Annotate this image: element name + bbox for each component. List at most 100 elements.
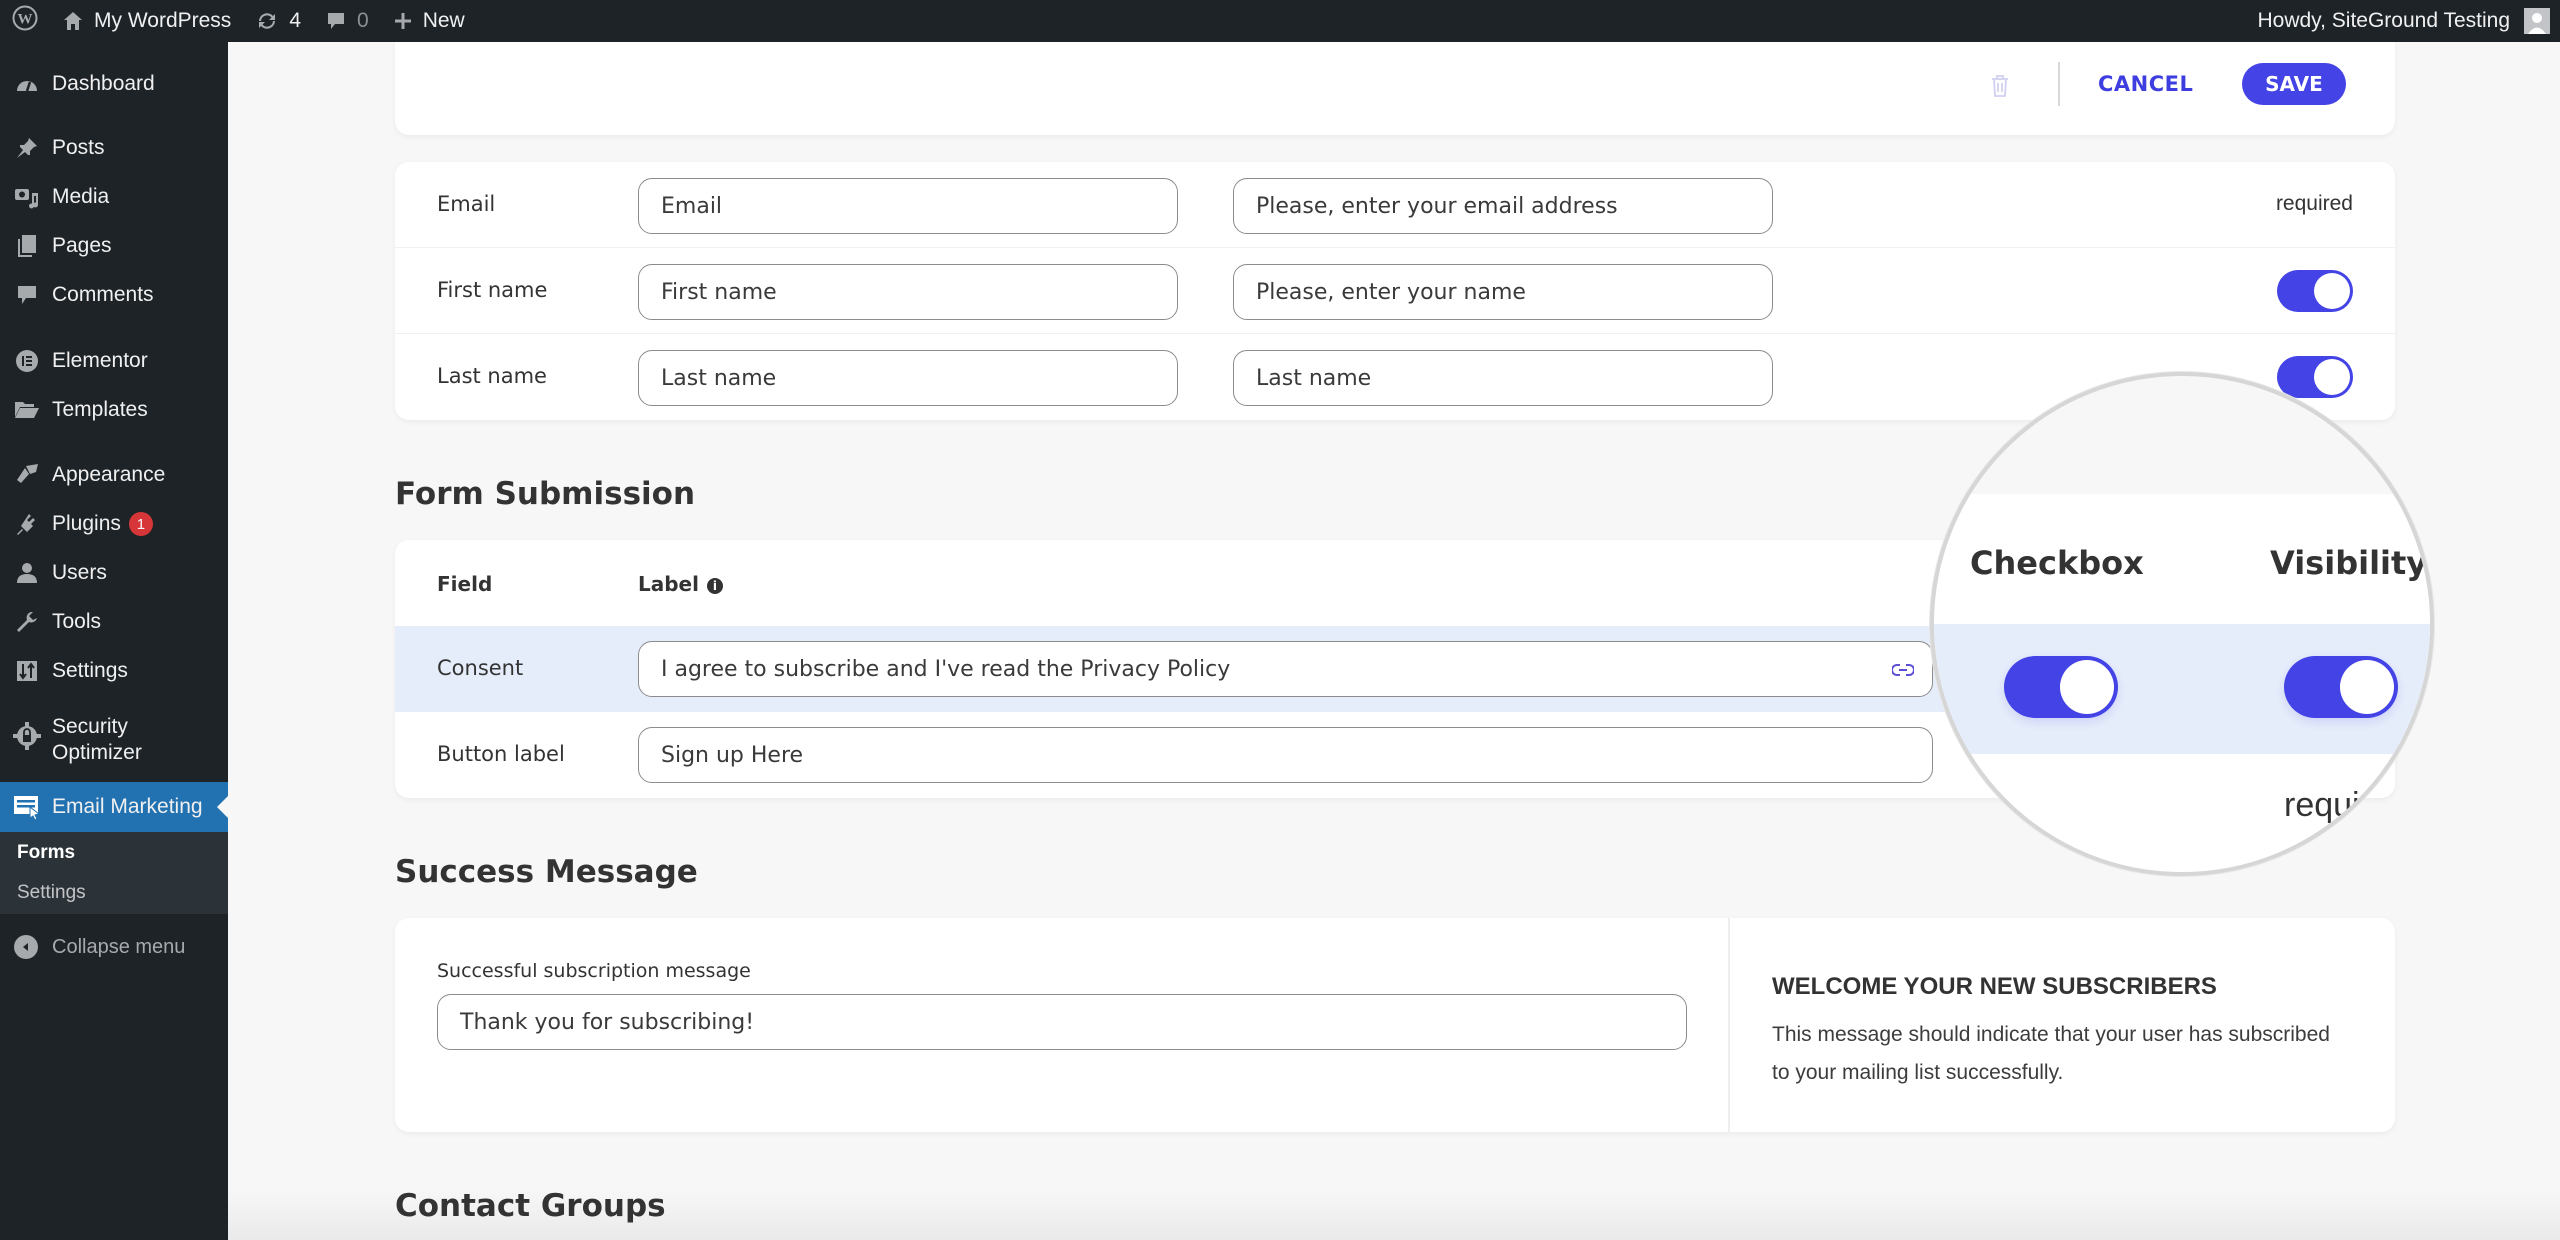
updates-link[interactable]: 4 bbox=[243, 0, 313, 42]
button-label-input[interactable]: Sign up Here bbox=[638, 727, 1933, 783]
plugin-icon bbox=[12, 512, 42, 536]
sidebar-item-settings[interactable]: Settings bbox=[0, 649, 228, 693]
admin-sidebar: Dashboard Posts Media Pages Comments Ele… bbox=[0, 42, 228, 1240]
required-text: required bbox=[2275, 192, 2353, 215]
success-message-label: Successful subscription message bbox=[437, 960, 751, 982]
site-name-link[interactable]: My WordPress bbox=[50, 0, 243, 42]
toolbar-divider bbox=[2058, 62, 2060, 106]
admin-bar: W My WordPress 4 0 New Howdy, SiteGround… bbox=[0, 0, 2560, 42]
folder-icon bbox=[12, 399, 42, 421]
toggle-knob bbox=[2314, 359, 2350, 395]
email-marketing-icon bbox=[12, 794, 42, 820]
sidebar-item-comments[interactable]: Comments bbox=[0, 273, 228, 317]
magnified-required-text: require bbox=[2284, 786, 2390, 824]
field-row-email: Email Email Please, enter your email add… bbox=[395, 162, 2395, 248]
sidebar-item-security-optimizer[interactable]: Security Optimizer bbox=[0, 714, 228, 774]
elementor-icon bbox=[12, 349, 42, 373]
help-text: This message should indicate that your u… bbox=[1772, 1023, 2330, 1084]
pin-icon bbox=[12, 136, 42, 160]
field-label-input[interactable]: Last name bbox=[638, 350, 1178, 406]
help-title: WELCOME YOUR NEW SUBSCRIBERS bbox=[1772, 973, 2217, 1000]
toggle-knob bbox=[2314, 273, 2350, 309]
collapse-arrow-icon bbox=[14, 935, 38, 959]
form-submission-heading: Form Submission bbox=[395, 476, 696, 512]
sidebar-item-dashboard[interactable]: Dashboard bbox=[0, 62, 228, 106]
comment-bubble-icon bbox=[325, 10, 347, 32]
comment-icon bbox=[12, 284, 42, 306]
toggle-knob bbox=[2340, 660, 2394, 714]
field-name: Consent bbox=[437, 656, 524, 680]
security-label-line1: Security bbox=[52, 715, 128, 738]
sidebar-item-users[interactable]: Users bbox=[0, 551, 228, 595]
comments-count: 0 bbox=[357, 9, 369, 32]
wrench-icon bbox=[12, 610, 42, 634]
field-label-input[interactable]: Email bbox=[638, 178, 1178, 234]
checkbox-column-header: Checkbox bbox=[1970, 544, 2144, 582]
field-placeholder-input[interactable]: Please, enter your email address bbox=[1233, 178, 1773, 234]
security-gear-icon bbox=[12, 722, 42, 750]
cancel-button[interactable]: CANCEL bbox=[2098, 66, 2193, 102]
field-placeholder-input[interactable]: Last name bbox=[1233, 350, 1773, 406]
user-icon bbox=[12, 561, 42, 585]
magnifier-overlay: Checkbox Visibility require bbox=[1930, 372, 2434, 876]
svg-text:W: W bbox=[18, 12, 33, 28]
new-label: New bbox=[422, 9, 465, 32]
comments-link[interactable]: 0 bbox=[313, 0, 381, 42]
updates-icon bbox=[255, 9, 279, 33]
field-name: Email bbox=[437, 192, 496, 216]
column-header-field: Field bbox=[437, 572, 493, 596]
updates-count: 4 bbox=[289, 9, 301, 32]
field-row-first-name: First name First name Please, enter your… bbox=[395, 248, 2395, 334]
sidebar-item-posts[interactable]: Posts bbox=[0, 126, 228, 170]
consent-checkbox-toggle[interactable] bbox=[2004, 656, 2118, 718]
greeting: Howdy, SiteGround Testing bbox=[2257, 9, 2510, 32]
info-icon[interactable]: i bbox=[706, 577, 723, 594]
new-content-link[interactable]: New bbox=[381, 0, 477, 42]
plus-icon bbox=[393, 11, 413, 31]
sidebar-item-appearance[interactable]: Appearance bbox=[0, 453, 228, 497]
contact-groups-heading: Contact Groups bbox=[395, 1188, 666, 1224]
sidebar-item-plugins[interactable]: Plugins 1 bbox=[0, 502, 228, 546]
collapse-menu-button[interactable]: Collapse menu bbox=[0, 935, 185, 959]
user-account-menu[interactable]: Howdy, SiteGround Testing bbox=[2245, 0, 2560, 42]
sidebar-item-email-marketing[interactable]: Email Marketing bbox=[0, 782, 228, 832]
success-message-input[interactable]: Thank you for subscribing! bbox=[437, 994, 1687, 1050]
dashboard-icon bbox=[12, 73, 42, 95]
home-icon bbox=[62, 10, 84, 32]
brush-icon bbox=[12, 463, 42, 487]
media-icon bbox=[12, 185, 42, 209]
field-name: First name bbox=[437, 278, 548, 302]
visibility-toggle[interactable] bbox=[2277, 270, 2353, 312]
visibility-toggle[interactable] bbox=[2277, 356, 2353, 398]
success-message-card: Successful subscription message Thank yo… bbox=[395, 918, 2395, 1132]
site-name: My WordPress bbox=[94, 9, 232, 32]
submenu-settings[interactable]: Settings bbox=[17, 882, 86, 904]
trash-icon[interactable] bbox=[1990, 74, 2010, 103]
sidebar-item-media[interactable]: Media bbox=[0, 175, 228, 219]
toggle-knob bbox=[2060, 660, 2114, 714]
consent-visibility-toggle[interactable] bbox=[2284, 656, 2398, 718]
sidebar-item-pages[interactable]: Pages bbox=[0, 224, 228, 268]
field-label-input[interactable]: First name bbox=[638, 264, 1178, 320]
sidebar-item-elementor[interactable]: Elementor bbox=[0, 339, 228, 383]
field-name: Button label bbox=[437, 742, 565, 766]
wordpress-logo-button[interactable]: W bbox=[0, 0, 50, 42]
field-name: Last name bbox=[437, 364, 547, 388]
pages-icon bbox=[12, 234, 42, 258]
sidebar-item-templates[interactable]: Templates bbox=[0, 388, 228, 432]
form-fields-table: Email Email Please, enter your email add… bbox=[395, 162, 2395, 420]
column-header-label: Label i bbox=[638, 572, 723, 596]
security-label-line2: Optimizer bbox=[52, 741, 142, 764]
wordpress-logo-icon: W bbox=[12, 5, 38, 37]
sidebar-item-tools[interactable]: Tools bbox=[0, 600, 228, 644]
consent-label-input[interactable]: I agree to subscribe and I've read the P… bbox=[638, 641, 1933, 697]
link-icon[interactable] bbox=[1891, 658, 1915, 683]
save-button[interactable]: SAVE bbox=[2242, 63, 2346, 105]
field-placeholder-input[interactable]: Please, enter your name bbox=[1233, 264, 1773, 320]
submenu-forms[interactable]: Forms bbox=[17, 842, 75, 864]
success-message-heading: Success Message bbox=[395, 854, 698, 890]
plugins-update-badge: 1 bbox=[128, 512, 153, 536]
form-actions-bar bbox=[395, 42, 2395, 135]
settings-icon bbox=[12, 660, 42, 682]
visibility-column-header: Visibility bbox=[2270, 544, 2428, 582]
